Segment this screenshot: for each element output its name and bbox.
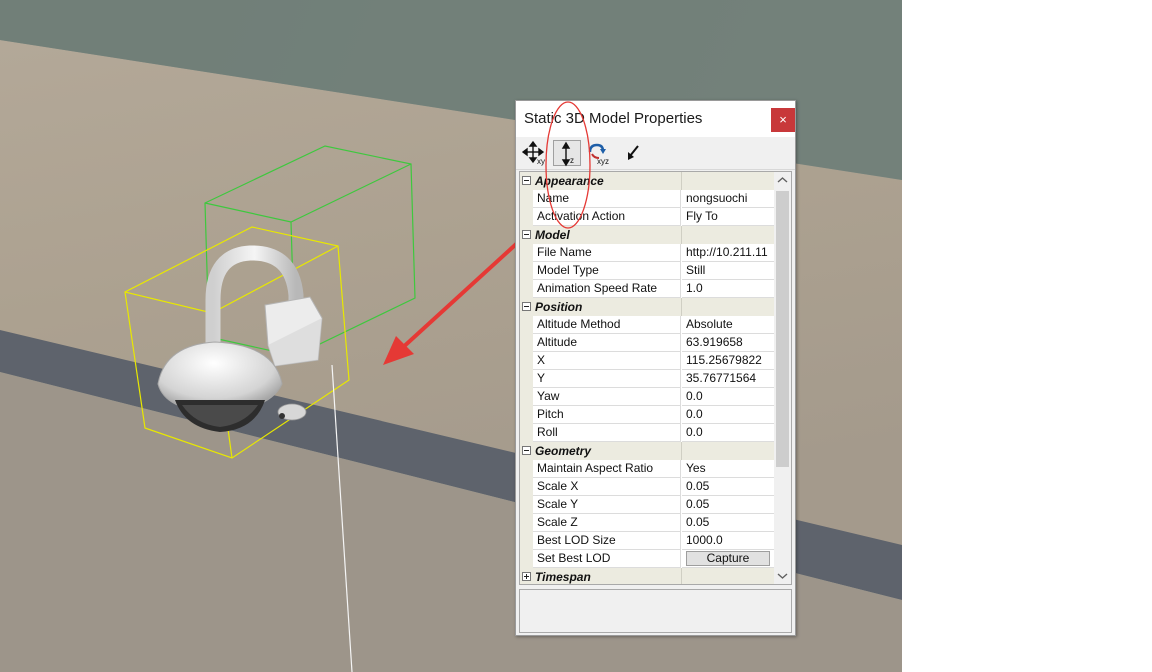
expand-icon[interactable] [522, 572, 531, 581]
svg-text:xyz: xyz [597, 157, 609, 166]
property-value[interactable]: 115.25679822 [682, 352, 774, 370]
property-row-animation-speed[interactable]: Animation Speed Rate 1.0 [520, 280, 774, 298]
property-row-maintain-aspect[interactable]: Maintain Aspect Ratio Yes [520, 460, 774, 478]
property-row-set-best-lod[interactable]: Set Best LOD Capture [520, 550, 774, 568]
category-model[interactable]: Model [520, 226, 774, 244]
property-name: Best LOD Size [533, 532, 681, 550]
collapse-icon[interactable] [522, 230, 531, 239]
property-value[interactable]: 0.0 [682, 406, 774, 424]
category-label: Appearance [535, 174, 604, 188]
scrollbar-thumb[interactable] [776, 191, 789, 467]
move-z-button[interactable]: z [553, 140, 581, 167]
property-value[interactable]: 1000.0 [682, 532, 774, 550]
property-grid: Appearance Name nongsuochi Activation Ac… [519, 171, 792, 585]
property-row-scale-z[interactable]: Scale Z 0.05 [520, 514, 774, 532]
move-xy-button[interactable]: xy [522, 140, 550, 166]
drop-to-ground-icon [628, 145, 639, 160]
close-icon: × [779, 112, 787, 127]
property-value: Capture [682, 550, 774, 568]
collapse-icon[interactable] [522, 302, 531, 311]
close-button[interactable]: × [771, 108, 795, 132]
property-value[interactable]: Still [682, 262, 774, 280]
scroll-up-icon[interactable] [774, 172, 791, 189]
property-row-model-type[interactable]: Model Type Still [520, 262, 774, 280]
property-name: Yaw [533, 388, 681, 406]
property-name: Animation Speed Rate [533, 280, 681, 298]
property-row-yaw[interactable]: Yaw 0.0 [520, 388, 774, 406]
property-row-x[interactable]: X 115.25679822 [520, 352, 774, 370]
property-row-altitude-method[interactable]: Altitude Method Absolute [520, 316, 774, 334]
property-value[interactable]: 0.05 [682, 514, 774, 532]
category-geometry[interactable]: Geometry [520, 442, 774, 460]
property-row-y[interactable]: Y 35.76771564 [520, 370, 774, 388]
move-z-icon: z [561, 141, 574, 167]
property-name: Y [533, 370, 681, 388]
property-value[interactable]: 0.05 [682, 496, 774, 514]
rotate-xyz-button[interactable]: xyz [586, 140, 614, 166]
scroll-down-icon[interactable] [774, 567, 791, 584]
property-name: Altitude Method [533, 316, 681, 334]
vertical-scrollbar[interactable] [774, 172, 791, 584]
property-row-roll[interactable]: Roll 0.0 [520, 424, 774, 442]
category-timespan[interactable]: Timespan [520, 568, 774, 584]
property-row-scale-y[interactable]: Scale Y 0.05 [520, 496, 774, 514]
category-label: Model [535, 228, 570, 242]
property-row-activation-action[interactable]: Activation Action Fly To [520, 208, 774, 226]
move-xy-icon: xy [522, 140, 545, 166]
property-value[interactable]: Absolute [682, 316, 774, 334]
collapse-icon[interactable] [522, 176, 531, 185]
toolbar: xy z xyz [516, 137, 795, 170]
property-value[interactable]: 0.0 [682, 424, 774, 442]
property-value[interactable]: Fly To [682, 208, 774, 226]
category-appearance[interactable]: Appearance [520, 172, 774, 190]
property-row-scale-x[interactable]: Scale X 0.05 [520, 478, 774, 496]
property-name: Roll [533, 424, 681, 442]
property-row-pitch[interactable]: Pitch 0.0 [520, 406, 774, 424]
category-label: Timespan [535, 570, 591, 584]
capture-button[interactable]: Capture [686, 551, 770, 566]
property-name: Set Best LOD [533, 550, 681, 568]
svg-text:xy: xy [537, 157, 545, 166]
property-name: Scale Y [533, 496, 681, 514]
description-pane [519, 589, 792, 633]
property-name: Altitude [533, 334, 681, 352]
drop-to-ground-button[interactable] [620, 140, 648, 166]
property-value[interactable]: nongsuochi [682, 190, 774, 208]
property-value[interactable]: 0.05 [682, 478, 774, 496]
title-bar[interactable]: Static 3D Model Properties × [516, 101, 795, 137]
properties-dialog: Static 3D Model Properties × xy z xyz Ap… [515, 100, 796, 636]
property-name: Scale Z [533, 514, 681, 532]
category-position[interactable]: Position [520, 298, 774, 316]
property-row-name[interactable]: Name nongsuochi [520, 190, 774, 208]
property-value[interactable]: 1.0 [682, 280, 774, 298]
property-value[interactable]: Yes [682, 460, 774, 478]
property-row-best-lod-size[interactable]: Best LOD Size 1000.0 [520, 532, 774, 550]
property-name: Model Type [533, 262, 681, 280]
category-label: Geometry [535, 444, 592, 458]
property-value[interactable]: 63.919658 [682, 334, 774, 352]
property-row-file-name[interactable]: File Name http://10.211.11 [520, 244, 774, 262]
property-name: Scale X [533, 478, 681, 496]
rotate-xyz-icon: xyz [588, 143, 609, 166]
property-row-altitude[interactable]: Altitude 63.919658 [520, 334, 774, 352]
property-value[interactable]: 0.0 [682, 388, 774, 406]
property-name: Activation Action [533, 208, 681, 226]
dialog-title: Static 3D Model Properties [524, 110, 703, 127]
property-value[interactable]: http://10.211.11 [682, 244, 774, 262]
property-name: File Name [533, 244, 681, 262]
property-name: X [533, 352, 681, 370]
svg-text:z: z [570, 156, 574, 165]
property-value[interactable]: 35.76771564 [682, 370, 774, 388]
property-name: Pitch [533, 406, 681, 424]
category-label: Position [535, 300, 583, 314]
collapse-icon[interactable] [522, 446, 531, 455]
property-name: Name [533, 190, 681, 208]
property-name: Maintain Aspect Ratio [533, 460, 681, 478]
